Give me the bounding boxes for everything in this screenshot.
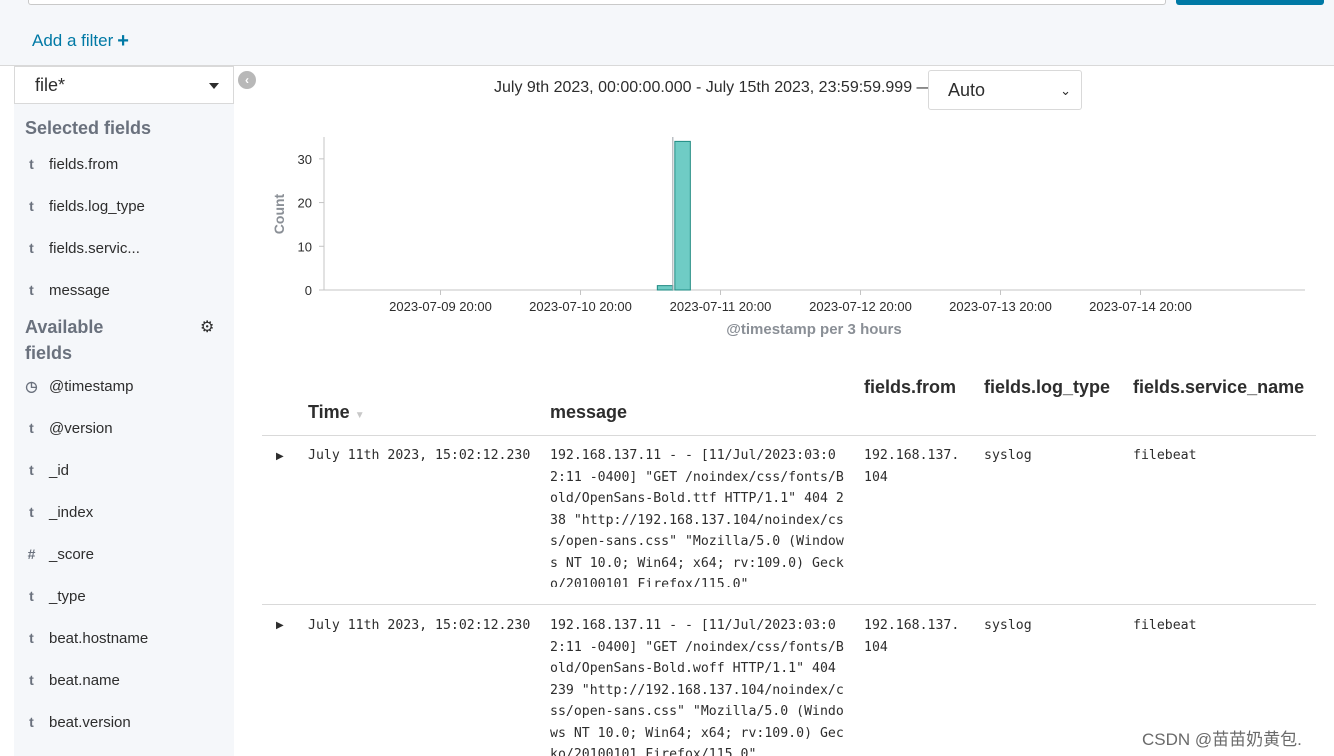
- from-cell: 192.168.137.104: [864, 448, 960, 485]
- interval-select[interactable]: Auto ⌄: [928, 70, 1082, 110]
- string-type-icon: t: [29, 198, 34, 214]
- column-header-service-name[interactable]: fields.service_name: [1133, 377, 1304, 398]
- available-field-item[interactable]: t _type: [14, 580, 234, 612]
- chart-axes: 0 10 20 30 2023-07-09 20:00 2023-07-10 20:00 2…: [298, 137, 1305, 314]
- string-type-icon: t: [29, 462, 34, 478]
- field-name: @version: [49, 419, 113, 437]
- add-filter-link[interactable]: Add a filter +: [32, 31, 129, 51]
- number-type-icon: #: [27, 546, 36, 562]
- histogram-bar: [674, 140, 691, 291]
- available-title-line2: fields: [25, 343, 73, 363]
- selected-fields-title: Selected fields: [25, 118, 152, 138]
- time-cell: July 11th 2023, 15:02:12.230: [308, 618, 531, 633]
- time-cell: July 11th 2023, 15:02:12.230: [308, 448, 531, 463]
- field-name: beat.version: [49, 713, 131, 731]
- caret-down-icon: [209, 83, 219, 89]
- x-tick-label: 2023-07-10 20:00: [529, 299, 632, 314]
- query-input[interactable]: [28, 0, 1166, 5]
- index-pattern-select[interactable]: file*: [14, 66, 234, 104]
- sidebar-edge: [0, 66, 14, 756]
- column-header-label: Time: [308, 402, 350, 422]
- search-button[interactable]: [1176, 0, 1324, 5]
- expand-row-icon[interactable]: ▶: [276, 620, 284, 631]
- histogram-chart: 0 10 20 30 2023-07-09 20:00 2023-07-10 20:00 2…: [271, 137, 1305, 338]
- available-field-item[interactable]: t _id: [14, 454, 234, 486]
- field-name: @timestamp: [49, 377, 134, 395]
- selected-field-item[interactable]: t fields.from: [14, 148, 234, 180]
- string-type-icon: t: [29, 240, 34, 256]
- table-header-divider: [262, 435, 1316, 436]
- chevron-down-icon: ⌄: [1060, 83, 1071, 98]
- service-name-cell: filebeat: [1133, 618, 1197, 633]
- histogram-bar: [656, 285, 674, 291]
- service-name-cell: filebeat: [1133, 448, 1197, 463]
- field-name: message: [49, 281, 110, 299]
- field-name: fields.servic...: [49, 239, 140, 257]
- sort-caret-icon[interactable]: ▼: [355, 410, 365, 421]
- selected-field-item[interactable]: t fields.log_type: [14, 190, 234, 222]
- available-field-item[interactable]: t beat.version: [14, 706, 234, 738]
- interval-value: Auto: [948, 79, 986, 100]
- column-header-time[interactable]: Time ▼: [308, 402, 365, 423]
- x-tick-label: 2023-07-14 20:00: [1089, 299, 1192, 314]
- available-fields-title: Available fields: [25, 314, 103, 366]
- field-sidebar: file* Selected fields t fields.from t fi…: [0, 66, 234, 756]
- y-tick-label: 20: [298, 196, 312, 211]
- row-divider: [262, 604, 1316, 605]
- available-field-item[interactable]: t @version: [14, 412, 234, 444]
- y-tick-label: 0: [305, 283, 312, 298]
- add-filter-label: Add a filter: [32, 31, 114, 50]
- available-field-item[interactable]: t beat.hostname: [14, 622, 234, 654]
- field-name: beat.name: [49, 671, 120, 689]
- string-type-icon: t: [29, 420, 34, 436]
- gear-icon[interactable]: ⚙: [200, 317, 214, 337]
- available-field-item[interactable]: # _score: [14, 538, 234, 570]
- collapse-sidebar-icon[interactable]: ‹: [238, 71, 256, 89]
- selected-field-item[interactable]: t message: [14, 274, 234, 306]
- field-name: fields.from: [49, 155, 119, 173]
- log-type-cell: syslog: [984, 618, 1032, 633]
- time-range-label: July 9th 2023, 00:00:00.000 - July 15th …: [494, 79, 933, 96]
- selected-field-item[interactable]: t fields.servic...: [14, 232, 234, 264]
- string-type-icon: t: [29, 714, 34, 730]
- string-type-icon: t: [29, 588, 34, 604]
- string-type-icon: t: [29, 282, 34, 298]
- field-name: fields.log_type: [49, 197, 145, 215]
- available-field-item[interactable]: ◷ @timestamp: [14, 370, 234, 402]
- watermark: CSDN @苗苗奶黄包.: [1142, 730, 1302, 749]
- column-header-fields-from[interactable]: fields.from: [864, 377, 956, 398]
- string-type-icon: t: [29, 504, 34, 520]
- field-name: _type: [49, 587, 86, 605]
- field-name: _score: [49, 545, 95, 563]
- x-tick-label: 2023-07-13 20:00: [949, 299, 1052, 314]
- field-name: _index: [49, 503, 94, 521]
- from-cell: 192.168.137.104: [864, 618, 960, 655]
- clock-icon: ◷: [25, 377, 38, 394]
- available-field-item[interactable]: t beat.name: [14, 664, 234, 696]
- field-name: beat.hostname: [49, 629, 149, 647]
- available-field-item[interactable]: t _index: [14, 496, 234, 528]
- string-type-icon: t: [29, 630, 34, 646]
- index-pattern-value: file*: [35, 74, 66, 95]
- y-tick-label: 30: [298, 152, 312, 167]
- x-tick-label: 2023-07-09 20:00: [389, 299, 492, 314]
- chart-y-axis-label: Count: [271, 193, 287, 234]
- message-cell: 192.168.137.11 - - [11/Jul/2023:03:02:11…: [550, 448, 844, 587]
- x-tick-label: 2023-07-12 20:00: [809, 299, 912, 314]
- y-tick-label: 10: [298, 239, 312, 254]
- chart-x-axis-label: @timestamp per 3 hours: [726, 321, 902, 338]
- string-type-icon: t: [29, 672, 34, 688]
- string-type-icon: t: [29, 156, 34, 172]
- available-title-line1: Available: [25, 317, 104, 337]
- chart-bars: [656, 137, 691, 291]
- column-header-log-type[interactable]: fields.log_type: [984, 377, 1110, 398]
- expand-row-icon[interactable]: ▶: [276, 451, 284, 462]
- message-cell: 192.168.137.11 - - [11/Jul/2023:03:02:11…: [550, 618, 844, 756]
- log-type-cell: syslog: [984, 448, 1032, 463]
- column-header-message[interactable]: message: [550, 402, 627, 423]
- plus-icon: +: [117, 30, 129, 52]
- filter-bar: Add a filter +: [0, 0, 1334, 66]
- x-tick-label: 2023-07-11 20:00: [670, 299, 772, 314]
- field-name: _id: [49, 461, 70, 479]
